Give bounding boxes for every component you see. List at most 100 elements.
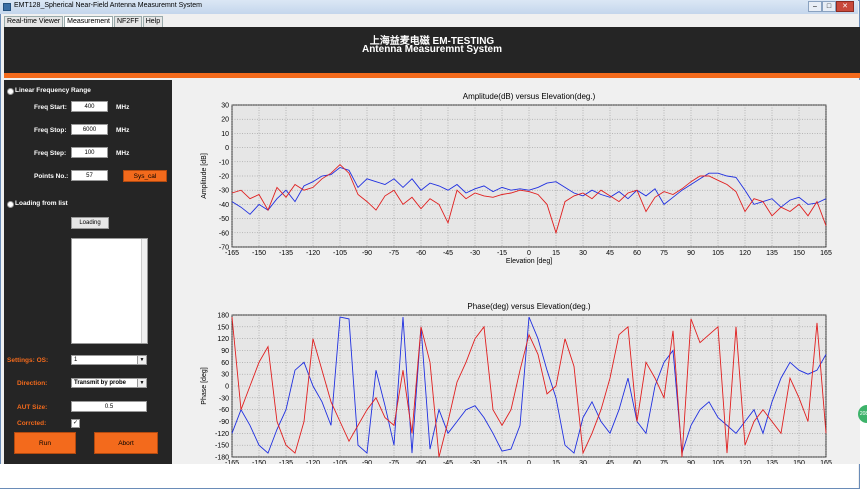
settings-panel: Linear Frequency Range Freq Start: 400 M… (4, 80, 172, 464)
chart-0-y-tick-label: -50 (219, 216, 229, 223)
phase-chart: -165-150-135-120-105-90-75-60-45-30-1501… (201, 302, 832, 475)
direction-label: Direction: (17, 380, 48, 387)
run-button[interactable]: Run (14, 432, 76, 454)
chart-0-x-tick-label: 135 (766, 250, 778, 257)
os-select[interactable]: 1 ▼ (71, 355, 147, 365)
chart-1-y-tick-label: 0 (225, 384, 229, 391)
chart-0-y-tick-label: -30 (219, 188, 229, 195)
chart-0-x-tick-label: -45 (443, 250, 453, 257)
status-strip (0, 464, 858, 488)
chart-0-x-tick-label: -120 (306, 250, 320, 257)
points-input[interactable]: 57 (71, 170, 108, 181)
freq-step-unit: MHz (116, 150, 130, 157)
chart-1-y-tick-label: -60 (219, 407, 229, 414)
chart-0-x-tick-label: 15 (552, 250, 560, 257)
maximize-button[interactable]: □ (822, 1, 836, 12)
chart-0-y-tick-label: -60 (219, 230, 229, 237)
chart-1-y-axis-label: Phase [deg] (201, 367, 208, 404)
app-header: 上海益麦电磁 EM-TESTING Antenna Measuremnt Sys… (4, 27, 860, 73)
chart-0-x-tick-label: 75 (660, 250, 668, 257)
file-list-scrollbar[interactable] (141, 239, 147, 343)
freq-start-input[interactable]: 400 (71, 101, 108, 112)
tab-nf2ff[interactable]: NF2FF (113, 16, 142, 27)
chart-0-x-tick-label: 120 (739, 250, 751, 257)
chart-0-x-axis-label: Elevation [deg] (506, 258, 552, 265)
sys-cal-button[interactable]: Sys_cal (123, 170, 167, 182)
chart-0-x-tick-label: 0 (527, 250, 531, 257)
chart-0-x-tick-label: 90 (687, 250, 695, 257)
title-bar[interactable]: EMT128_Spherical Near-Field Antenna Meas… (0, 0, 858, 14)
chart-1-y-tick-label: -90 (219, 419, 229, 426)
chart-0-x-tick-label: -75 (389, 250, 399, 257)
chart-0-y-tick-label: 0 (225, 145, 229, 152)
os-select-value: 1 (74, 357, 78, 363)
chart-0-x-tick-label: -15 (497, 250, 507, 257)
chart-0-x-tick-label: -30 (470, 250, 480, 257)
window-title: EMT128_Spherical Near-Field Antenna Meas… (14, 2, 202, 9)
tab-realtime-viewer[interactable]: Real-time Viewer (4, 16, 64, 27)
minimize-button[interactable]: – (808, 1, 822, 12)
chart-1-y-tick-label: -120 (215, 431, 229, 438)
linear-range-radio[interactable] (7, 88, 14, 95)
chart-0-y-tick-label: 30 (221, 103, 229, 110)
loading-list-radio[interactable] (7, 201, 14, 208)
chart-1-y-tick-label: -180 (215, 455, 229, 462)
chart-1-y-tick-label: -150 (215, 443, 229, 450)
file-list[interactable] (71, 238, 148, 344)
chart-1-y-tick-label: 90 (221, 348, 229, 355)
chart-1-y-tick-label: 180 (217, 313, 229, 320)
chart-0-x-tick-label: 30 (579, 250, 587, 257)
linear-range-label: Linear Frequency Range (15, 87, 91, 94)
freq-stop-label: Freq Stop: (34, 127, 67, 134)
aut-size-input[interactable]: 0.5 (71, 401, 147, 412)
tab-bar: Real-time Viewer Measurement NF2FF Help (4, 16, 164, 27)
chart-0-y-tick-label: 20 (221, 117, 229, 124)
direction-select[interactable]: Transmit by probe ▼ (71, 378, 147, 388)
chevron-down-icon: ▼ (137, 379, 146, 387)
corrected-label: Corrcted: (17, 420, 47, 427)
chart-0-x-tick-label: -60 (416, 250, 426, 257)
close-button[interactable]: ✕ (836, 1, 854, 12)
chart-0-y-tick-label: -20 (219, 174, 229, 181)
aut-size-label: AUT Size: (17, 404, 48, 411)
freq-start-label: Freq Start: (34, 104, 67, 111)
chart-0-y-tick-label: -70 (219, 245, 229, 252)
chart-0-x-tick-label: -105 (333, 250, 347, 257)
amplitude-chart: -165 -150 -135 -120 -105 -90 -75 -60 -45 -30 -15 0 1… (201, 92, 832, 265)
corrected-checkbox[interactable]: ✓ (71, 419, 80, 428)
freq-stop-input[interactable]: 6000 (71, 124, 108, 135)
chart-0-x-tick-label: -135 (279, 250, 293, 257)
chart-0-x-tick-label: 150 (793, 250, 805, 257)
chart-0-y-tick-label: 10 (221, 131, 229, 138)
chart-1-y-tick-label: 30 (221, 372, 229, 379)
chevron-down-icon: ▼ (137, 356, 146, 364)
freq-start-unit: MHz (116, 104, 130, 111)
chart-1-y-tick-label: 60 (221, 360, 229, 367)
freq-step-input[interactable]: 100 (71, 147, 108, 158)
loading-button[interactable]: Loading (71, 217, 109, 229)
chart-0-title: Amplitude(dB) versus Elevation(deg.) (463, 92, 596, 101)
chart-0-y-tick-label: -10 (219, 159, 229, 166)
abort-button[interactable]: Abort (94, 432, 158, 454)
loading-list-label: Loading from list (15, 200, 68, 207)
chart-1-title: Phase(deg) versus Elevation(deg.) (467, 302, 591, 311)
tab-measurement[interactable]: Measurement (64, 16, 113, 27)
chart-1-y-tick-label: -30 (219, 395, 229, 402)
chart-0-x-tick-label: 105 (712, 250, 724, 257)
app-icon (3, 3, 11, 11)
chart-0-y-tick-label: -40 (219, 202, 229, 209)
accent-divider (4, 73, 860, 78)
freq-step-label: Freq Step: (34, 150, 67, 157)
chart-0-y-axis-label: Amplitude [dB] (201, 153, 208, 199)
tab-help[interactable]: Help (142, 16, 164, 27)
settings-os-label: Settings: OS: (7, 357, 49, 364)
chart-0-x-tick-label: 60 (633, 250, 641, 257)
chart-0-x-tick-label: -150 (252, 250, 266, 257)
chart-1-y-tick-label: 150 (217, 324, 229, 331)
points-label: Points No.: (34, 173, 69, 180)
chart-0-x-tick-label: 45 (606, 250, 614, 257)
header-system-title: Antenna Measuremnt System (361, 44, 503, 55)
chart-1-y-tick-label: 120 (217, 336, 229, 343)
direction-select-value: Transmit by probe (74, 380, 127, 386)
chart-0-x-tick-label: 165 (820, 250, 832, 257)
